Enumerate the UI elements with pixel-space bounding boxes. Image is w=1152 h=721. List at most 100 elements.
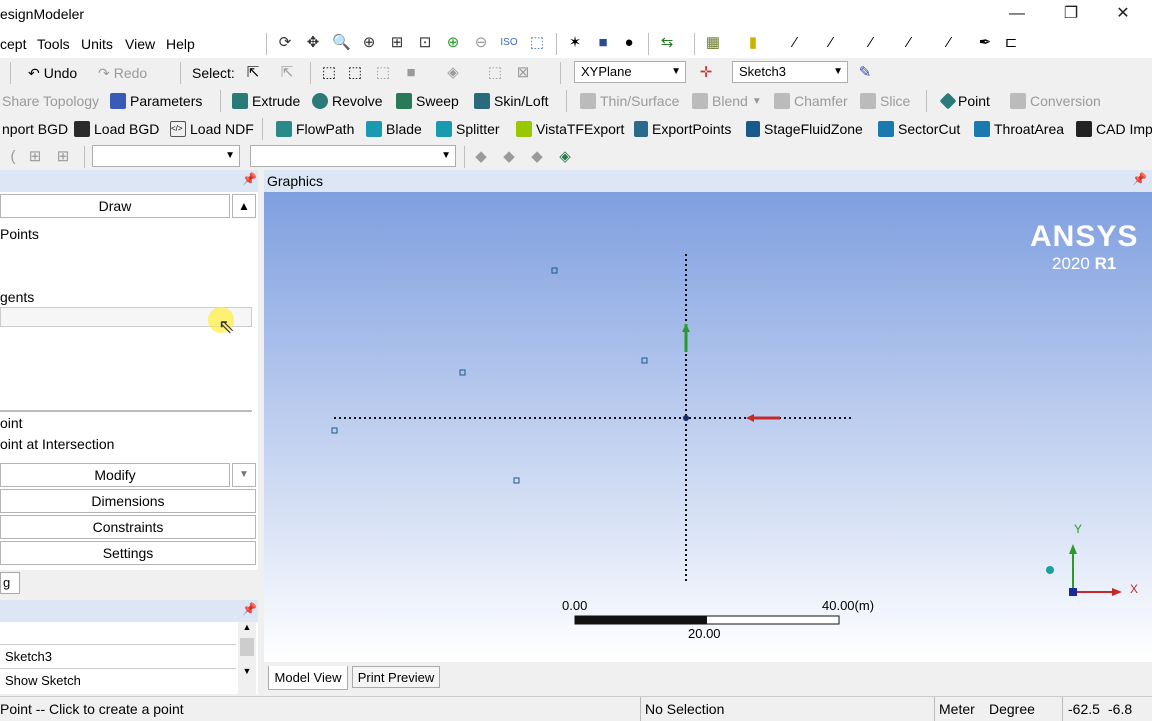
chamfer-button[interactable]: Chamfer [774,90,848,112]
constraints-toolbox-header[interactable]: Constraints [0,515,256,539]
flowpath-button[interactable]: FlowPath [276,118,354,140]
settings-toolbox-header[interactable]: Settings [0,541,256,565]
sweep-button[interactable]: Sweep [396,90,459,112]
color-icon[interactable]: ▮ [744,34,762,52]
pin-icon[interactable]: 📌 [242,602,257,616]
rotate-icon[interactable]: ⟳ [276,34,294,52]
sketch-dropdown[interactable]: Sketch3 ▼ [732,61,848,83]
zoom-green-icon[interactable]: ⊕ [444,34,462,52]
box-select-icon[interactable]: ⬚ [486,64,504,82]
skin-loft-button[interactable]: Skin/Loft [474,90,548,112]
look-at-icon[interactable]: ⇆ [658,34,676,52]
slice-button[interactable]: Slice [860,90,910,112]
display-icon[interactable]: ▦ [704,34,722,52]
edge1-icon[interactable]: ⁄ [822,34,840,52]
select-cursor-icon[interactable]: ⇱ [244,64,262,82]
blade-button[interactable]: Blade [366,118,422,140]
select-body-icon[interactable]: ■ [402,64,420,82]
extend-icon[interactable]: ◈ [444,64,462,82]
scroll-up-button[interactable]: ▲ [232,194,256,218]
conversion-button[interactable]: Conversion [1010,90,1101,112]
select-box-icon[interactable]: ⊏ [1002,34,1020,52]
scroll-up-icon[interactable]: ▲ [238,622,256,632]
point-button[interactable]: Point [939,90,990,112]
tool3-icon[interactable]: ◆ [528,148,546,166]
zoom-box-icon[interactable]: ⊞ [388,34,406,52]
sectorcut-button[interactable]: SectorCut [878,118,960,140]
tab-print-preview[interactable]: Print Preview [352,666,440,688]
restore-button[interactable]: ❐ [1048,0,1094,30]
details-scrollbar[interactable]: ▲ ▼ [238,622,256,694]
details-row-sketch[interactable]: Sketch3 [0,646,236,669]
sketch-canvas[interactable] [264,192,1152,662]
select-point-icon[interactable]: ⬚ [320,64,338,82]
pin-icon[interactable]: ✒ [976,34,994,52]
throatarea-button[interactable]: ThroatArea [974,118,1064,140]
zoom-out-icon[interactable]: ⊖ [472,34,490,52]
draw-item-points[interactable]: Points [0,226,39,242]
zoom-fit-icon[interactable]: ⊡ [416,34,434,52]
details-row-show-sketch[interactable]: Show Sketch [0,670,236,693]
share-topology-button[interactable]: Share Topology [2,90,99,112]
tab-model-view[interactable]: Model View [268,666,348,690]
named-selection-dropdown[interactable]: ▼ [250,145,456,167]
filter-dropdown[interactable]: ▼ [92,145,240,167]
revolve-button[interactable]: Revolve [312,90,383,112]
redo-button[interactable]: ↷ Redo [98,62,147,84]
iso-icon[interactable]: ISO [500,34,518,52]
menu-tools[interactable]: Tools [37,36,70,52]
scroll-down-icon[interactable]: ▼ [238,666,256,676]
cad-import-button[interactable]: CAD Impo [1076,118,1152,140]
pin-icon[interactable]: 📌 [242,172,257,186]
pin-icon[interactable]: 📌 [1132,172,1147,186]
menu-view[interactable]: View [125,36,155,52]
draw-item-tangents[interactable]: gents [0,289,34,305]
edge-icon[interactable]: ⁄ [786,34,804,52]
thin-surface-button[interactable]: Thin/Surface [580,90,679,112]
draw-toolbox-header[interactable]: Draw [0,194,230,218]
new-sketch-icon[interactable]: ✎ [856,64,874,82]
minimize-button[interactable]: — [994,0,1040,30]
zoom-icon[interactable]: 🔍 [332,34,351,52]
close-button[interactable]: ✕ [1100,0,1146,30]
edge3-icon[interactable]: ⁄ [900,34,918,52]
draw-item-point[interactable]: oint [0,415,23,431]
select-mode-icon[interactable]: ⇱ [278,64,296,82]
zoom-in-icon[interactable]: ⊕ [360,34,378,52]
pattern-icon[interactable]: ⊞ [26,148,44,166]
menu-help[interactable]: Help [166,36,195,52]
load-bgd-button[interactable]: Load BGD [74,118,159,140]
arc-icon[interactable]: ( [4,148,22,166]
import-bgd-button[interactable]: nport BGD [2,118,68,140]
splitter-button[interactable]: Splitter [436,118,500,140]
load-ndf-button[interactable]: </> Load NDF [170,118,254,140]
paint-select-icon[interactable]: ⊠ [514,64,532,82]
blend-button[interactable]: Blend ▼ [692,90,762,112]
exportpoints-button[interactable]: ExportPoints [634,118,731,140]
cube-icon[interactable]: ■ [594,34,612,52]
tool4-icon[interactable]: ◈ [556,148,574,166]
select-edge-icon[interactable]: ⬚ [346,64,364,82]
scroll-thumb[interactable] [240,638,254,656]
view-icon[interactable]: ⬚ [528,34,546,52]
move-icon[interactable]: ⊞ [54,148,72,166]
undo-button[interactable]: ↶ Undo [28,62,77,84]
menu-concept[interactable]: cept [0,36,26,52]
sketching-tab[interactable]: g [0,572,20,594]
pan-icon[interactable]: ✥ [304,34,322,52]
dimensions-toolbox-header[interactable]: Dimensions [0,489,256,513]
new-plane-icon[interactable]: ✛ [697,64,715,82]
draw-item-point-intersection[interactable]: oint at Intersection [0,436,114,452]
vistatf-export-button[interactable]: VistaTFExport [516,118,624,140]
tool1-icon[interactable]: ◆ [472,148,490,166]
point-icon[interactable]: ● [620,34,638,52]
edge2-icon[interactable]: ⁄ [862,34,880,52]
menu-units[interactable]: Units [81,36,113,52]
select-face-icon[interactable]: ⬚ [374,64,392,82]
scroll-down-button[interactable]: ▼ [232,463,256,487]
edgex-icon[interactable]: ⁄ [940,34,958,52]
extrude-button[interactable]: Extrude [232,90,300,112]
stagefluidzone-button[interactable]: StageFluidZone [746,118,863,140]
parameters-button[interactable]: Parameters [110,90,202,112]
modify-toolbox-header[interactable]: Modify [0,463,230,487]
